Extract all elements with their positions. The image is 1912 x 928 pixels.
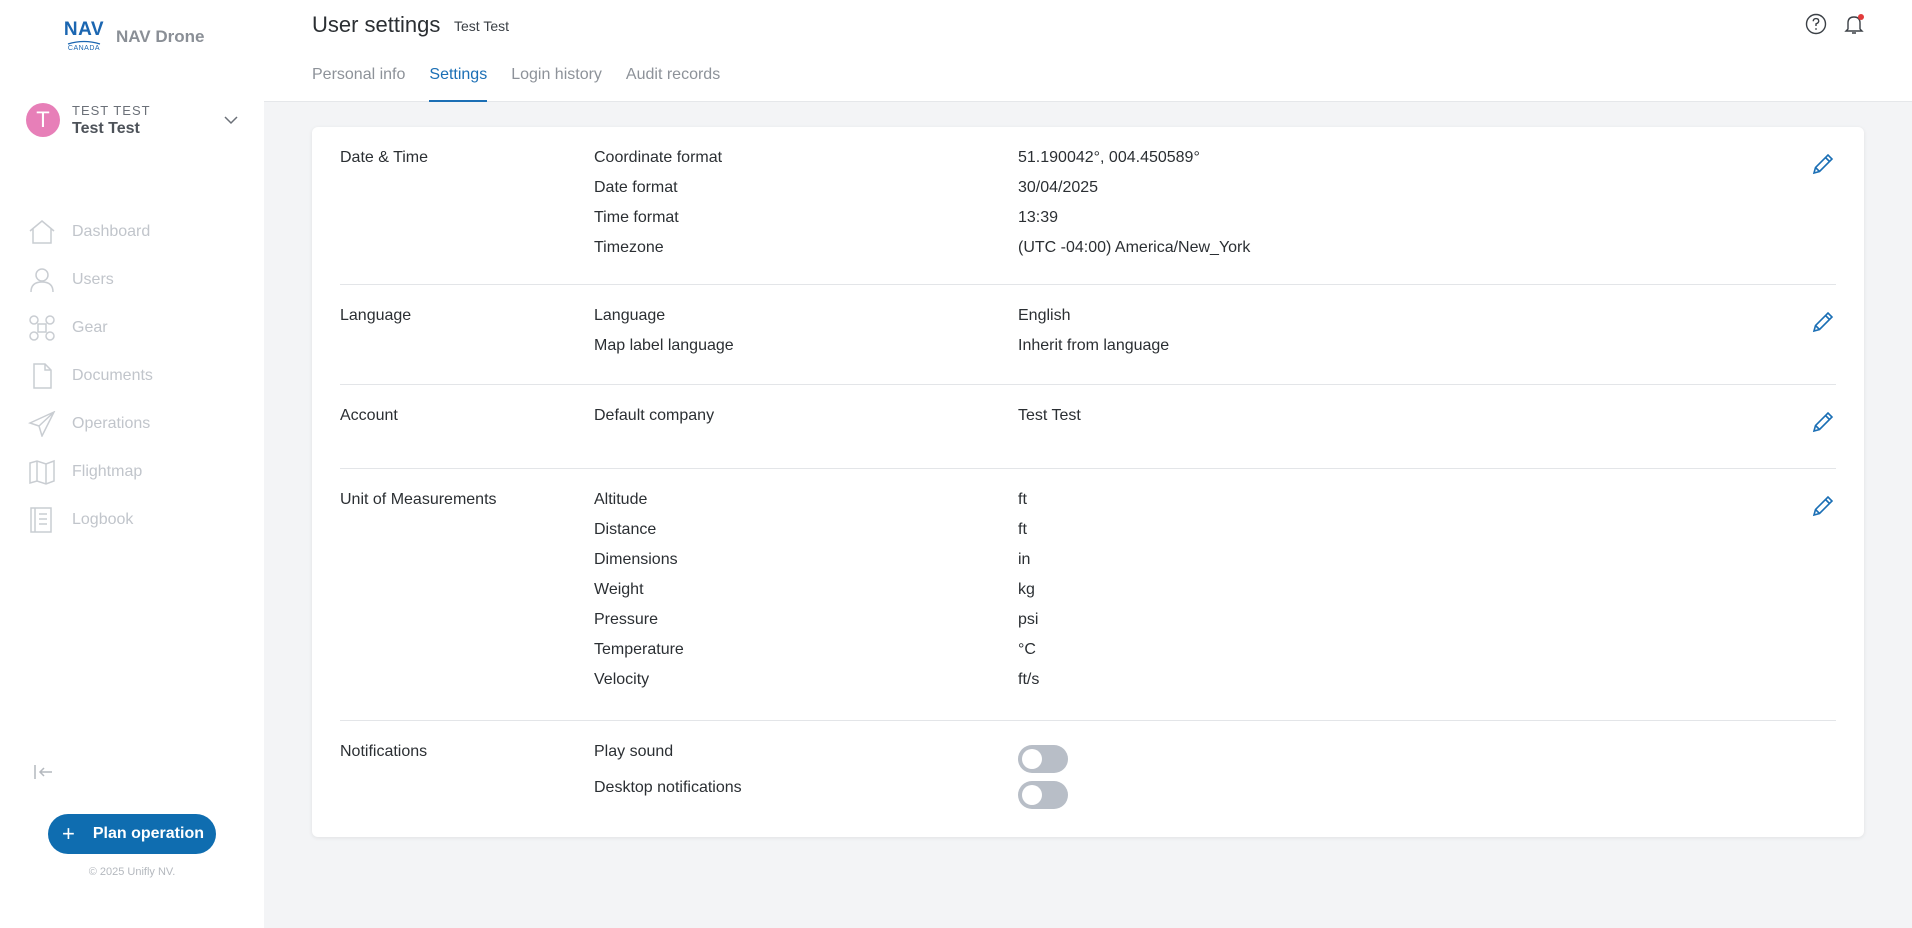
copyright: © 2025 Unifly NV. bbox=[88, 866, 176, 878]
user-name: Test Test bbox=[72, 119, 140, 137]
page-title: User settings bbox=[312, 12, 441, 37]
section-notifications: Notifications Play sound Desktop notific… bbox=[340, 721, 1836, 837]
desktop-notifications-toggle[interactable] bbox=[1018, 781, 1068, 809]
map-icon bbox=[28, 459, 58, 485]
tab-audit-records[interactable]: Audit records bbox=[626, 62, 720, 102]
plan-operation-button[interactable]: + Plan operation bbox=[48, 814, 216, 854]
setting-row: Map label language Inherit from language bbox=[594, 337, 1170, 354]
user-icon bbox=[28, 267, 58, 293]
edit-date-time-icon[interactable] bbox=[1810, 151, 1836, 177]
brand-name: NAV Drone bbox=[116, 27, 205, 46]
sidebar: NAV CANADA NAV Drone T TEST TEST Test Te… bbox=[0, 0, 264, 928]
user-menu[interactable]: T TEST TEST Test Test bbox=[26, 100, 240, 140]
setting-row: Altitude ft bbox=[594, 491, 1027, 508]
logbook-icon bbox=[28, 507, 58, 533]
setting-row: Default company Test Test bbox=[594, 407, 1081, 424]
setting-row: Date format 30/04/2025 bbox=[594, 179, 1099, 196]
settings-tabs: Personal info Settings Login history Aud… bbox=[312, 62, 744, 102]
setting-row: Temperature °C bbox=[594, 641, 1036, 658]
edit-language-icon[interactable] bbox=[1810, 309, 1836, 335]
nav-item-documents[interactable]: Documents bbox=[28, 352, 248, 400]
section-account: Account Default company Test Test bbox=[340, 385, 1836, 469]
edit-account-icon[interactable] bbox=[1810, 409, 1836, 435]
drone-icon bbox=[28, 315, 58, 341]
tab-personal-info[interactable]: Personal info bbox=[312, 62, 405, 102]
user-company: TEST TEST bbox=[72, 102, 151, 118]
nav-canada-logo: NAV CANADA bbox=[63, 19, 105, 53]
tab-settings[interactable]: Settings bbox=[429, 62, 487, 102]
notification-bell-icon[interactable] bbox=[1842, 12, 1866, 36]
nav-item-dashboard[interactable]: Dashboard bbox=[28, 208, 248, 256]
nav-item-operations[interactable]: Operations bbox=[28, 400, 248, 448]
setting-row: Velocity ft/s bbox=[594, 671, 1040, 688]
avatar: T bbox=[26, 103, 60, 137]
home-icon bbox=[28, 219, 58, 245]
main-nav: Dashboard Users Gear Documents Operation… bbox=[28, 208, 248, 544]
document-icon bbox=[28, 363, 58, 389]
setting-row: Timezone (UTC -04:00) America/New_York bbox=[594, 239, 1251, 256]
setting-row: Language English bbox=[594, 307, 1071, 324]
setting-row: Distance ft bbox=[594, 521, 1027, 538]
settings-card: Date & Time Coordinate format 51.190042°… bbox=[312, 127, 1864, 837]
section-units: Unit of Measurements Altitude ft Distanc… bbox=[340, 469, 1836, 721]
play-sound-toggle[interactable] bbox=[1018, 745, 1068, 773]
setting-row: Play sound bbox=[594, 743, 674, 760]
brand[interactable]: NAV CANADA NAV Drone bbox=[63, 19, 205, 54]
section-date-time: Date & Time Coordinate format 51.190042°… bbox=[340, 127, 1836, 285]
edit-units-icon[interactable] bbox=[1810, 493, 1836, 519]
nav-item-gear[interactable]: Gear bbox=[28, 304, 248, 352]
notification-dot-icon bbox=[1858, 14, 1864, 20]
chevron-down-icon[interactable] bbox=[222, 111, 240, 129]
nav-item-flightmap[interactable]: Flightmap bbox=[28, 448, 248, 496]
setting-row: Desktop notifications bbox=[594, 779, 742, 796]
setting-row: Weight kg bbox=[594, 581, 1035, 598]
setting-row: Coordinate format 51.190042°, 004.450589… bbox=[594, 149, 1200, 166]
section-language: Language Language English Map label lang… bbox=[340, 285, 1836, 385]
setting-row: Dimensions in bbox=[594, 551, 1031, 568]
nav-item-users[interactable]: Users bbox=[28, 256, 248, 304]
page-subtitle: Test Test bbox=[454, 18, 509, 34]
paper-plane-icon bbox=[28, 411, 58, 437]
setting-row: Pressure psi bbox=[594, 611, 1039, 628]
tab-login-history[interactable]: Login history bbox=[511, 62, 602, 102]
page-header: User settings Test Test Personal info Se… bbox=[264, 0, 1912, 102]
collapse-sidebar-icon[interactable] bbox=[32, 762, 56, 782]
setting-row: Time format 13:39 bbox=[594, 209, 1059, 226]
plus-icon: + bbox=[62, 821, 75, 846]
help-icon[interactable] bbox=[1804, 12, 1828, 36]
nav-item-logbook[interactable]: Logbook bbox=[28, 496, 248, 544]
